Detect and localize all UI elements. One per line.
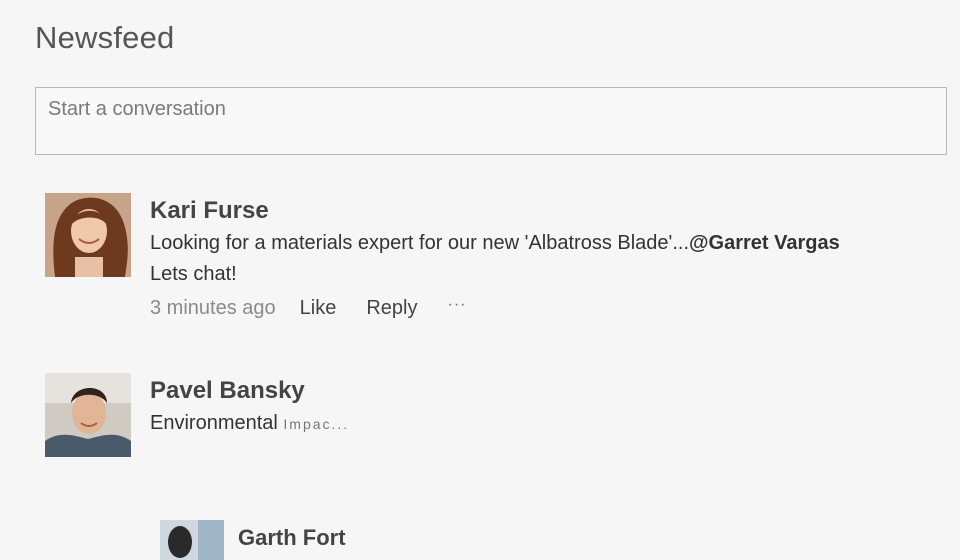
avatar-photo	[45, 193, 131, 277]
avatar-photo	[45, 373, 131, 457]
avatar[interactable]	[45, 373, 131, 457]
post-meta: 3 minutes ago Like Reply ···	[150, 293, 950, 323]
post-author[interactable]: Garth Fort	[238, 523, 960, 553]
post-timestamp: 3 minutes ago	[150, 297, 276, 319]
post-author[interactable]: Kari Furse	[150, 196, 950, 226]
post-message: Environmental Impac...	[150, 408, 950, 440]
feed-post: Kari Furse Looking for a materials exper…	[45, 193, 945, 323]
feed-post: Pavel Bansky Environmental Impac...	[45, 373, 945, 463]
avatar[interactable]	[160, 520, 224, 560]
start-conversation-input[interactable]: Start a conversation	[35, 87, 947, 155]
post-message-line2: Lets chat!	[150, 263, 237, 285]
avatar-photo	[160, 520, 224, 560]
post-author[interactable]: Pavel Bansky	[150, 376, 950, 406]
like-button[interactable]: Like	[300, 293, 337, 323]
avatar[interactable]	[45, 193, 131, 277]
post-message-text: Looking for a materials expert for our n…	[150, 232, 690, 254]
feed-post: Garth Fort	[160, 520, 860, 560]
reply-button[interactable]: Reply	[366, 293, 417, 323]
more-options-icon[interactable]: ···	[447, 290, 466, 320]
post-message-text: Environmental	[150, 412, 278, 434]
mention-link[interactable]: @Garret Vargas	[689, 232, 840, 254]
page-title: Newsfeed	[35, 20, 175, 55]
post-message: Looking for a materials expert for our n…	[150, 228, 950, 290]
post-message-fading: Impac...	[283, 416, 350, 432]
